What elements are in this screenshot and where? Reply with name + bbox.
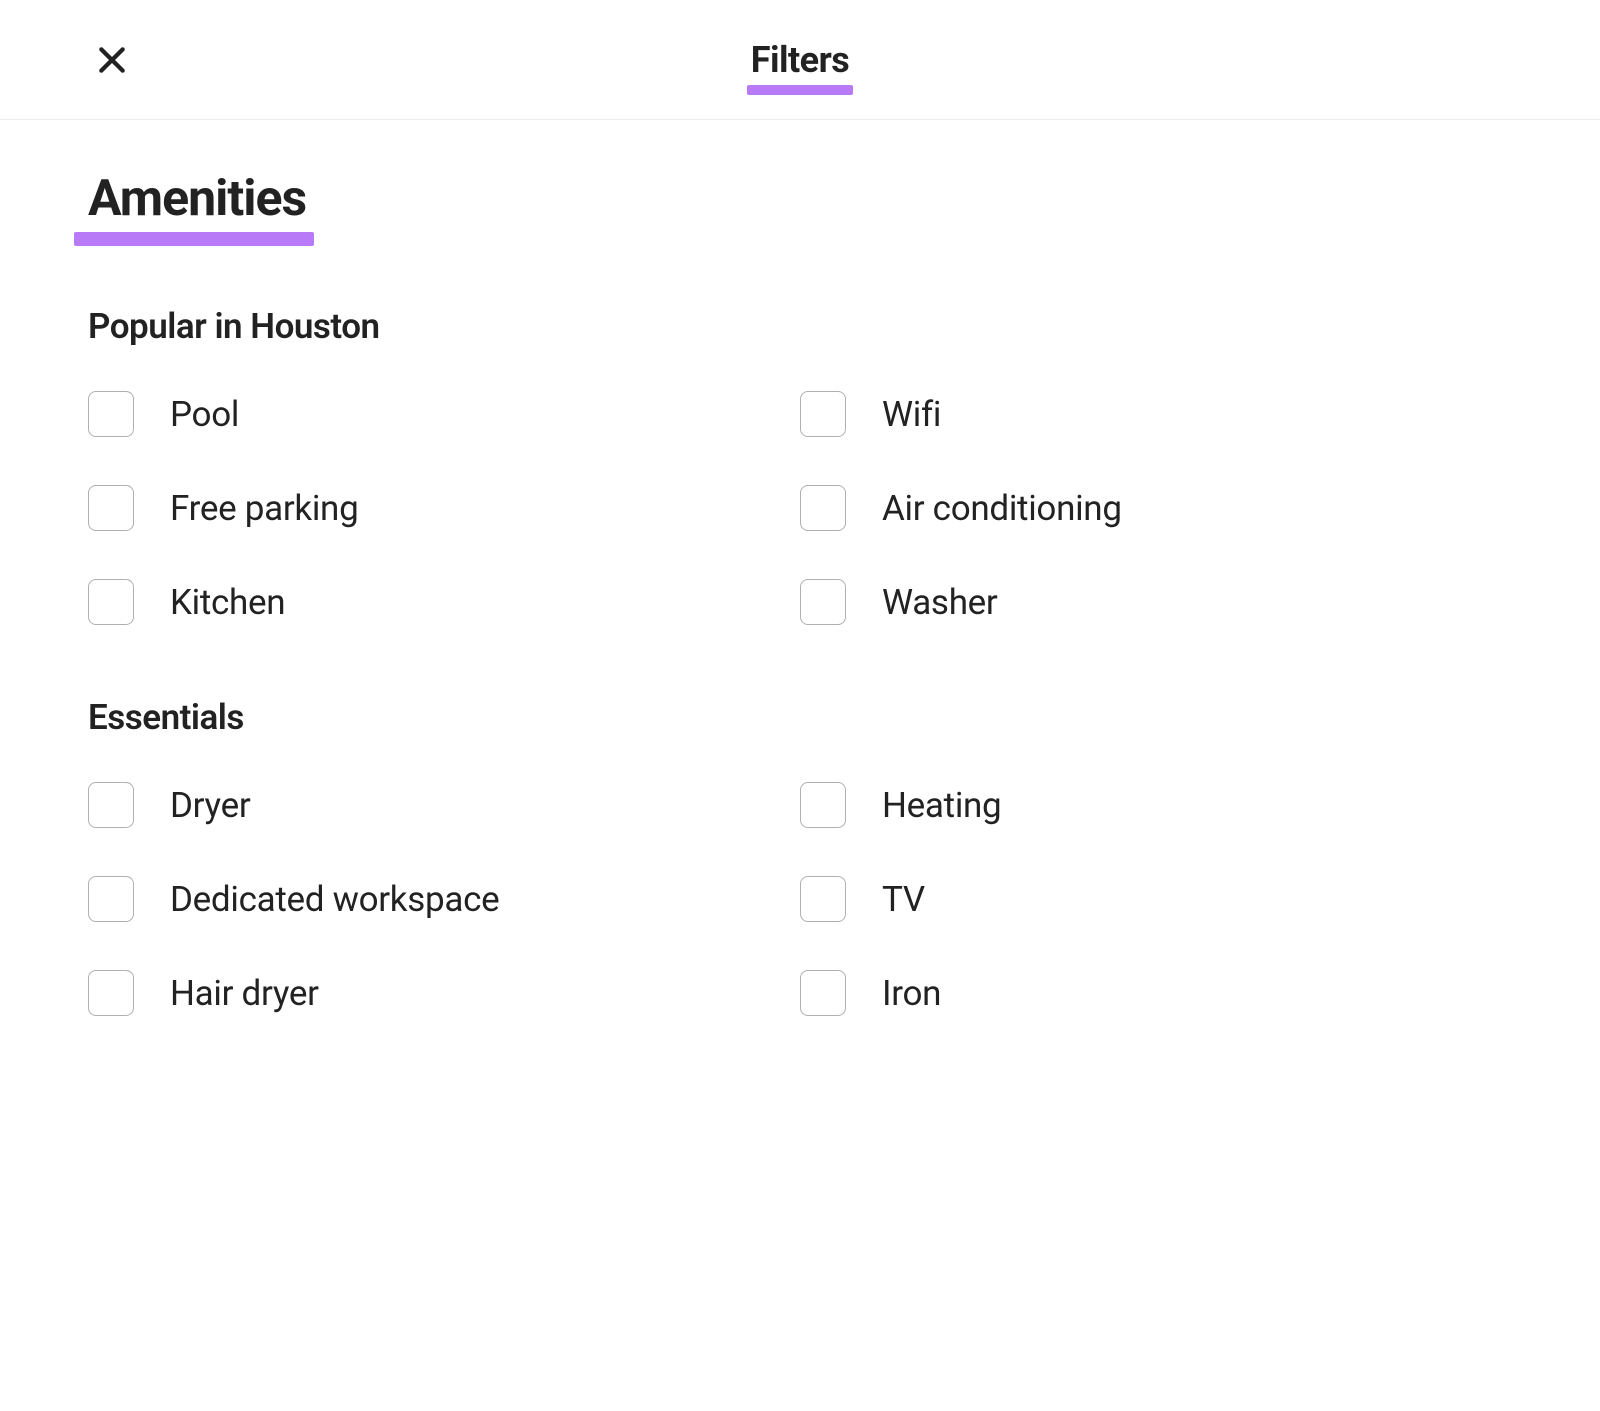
options-column-left: Dryer Dedicated workspace Hair dryer [88, 782, 800, 1016]
options-column-right: Wifi Air conditioning Washer [800, 391, 1512, 625]
highlight-underline [74, 232, 314, 246]
modal-title-wrap: Filters [751, 39, 850, 81]
amenity-option-washer[interactable]: Washer [800, 579, 1512, 625]
amenity-option-heating[interactable]: Heating [800, 782, 1512, 828]
filters-modal: Filters Amenities Popular in Houston Poo… [0, 0, 1600, 1016]
checkbox[interactable] [88, 970, 134, 1016]
checkbox[interactable] [88, 579, 134, 625]
checkbox[interactable] [800, 485, 846, 531]
group-title: Essentials [88, 697, 1512, 738]
amenity-option-iron[interactable]: Iron [800, 970, 1512, 1016]
amenity-option-free-parking[interactable]: Free parking [88, 485, 800, 531]
checkbox[interactable] [800, 876, 846, 922]
amenity-group-popular: Popular in Houston Pool Free parking Kit… [88, 306, 1512, 625]
close-button[interactable] [92, 40, 132, 80]
options-columns: Pool Free parking Kitchen Wifi [88, 391, 1512, 625]
option-label: Pool [170, 394, 239, 435]
amenity-option-hair-dryer[interactable]: Hair dryer [88, 970, 800, 1016]
option-label: Dedicated workspace [170, 879, 499, 920]
checkbox[interactable] [88, 782, 134, 828]
checkbox[interactable] [800, 579, 846, 625]
amenity-option-pool[interactable]: Pool [88, 391, 800, 437]
checkbox[interactable] [800, 782, 846, 828]
options-column-left: Pool Free parking Kitchen [88, 391, 800, 625]
amenity-option-dryer[interactable]: Dryer [88, 782, 800, 828]
option-label: Free parking [170, 488, 358, 529]
amenity-option-air-conditioning[interactable]: Air conditioning [800, 485, 1512, 531]
modal-header: Filters [0, 0, 1600, 120]
modal-title: Filters [751, 39, 850, 81]
options-column-right: Heating TV Iron [800, 782, 1512, 1016]
amenity-option-tv[interactable]: TV [800, 876, 1512, 922]
checkbox[interactable] [800, 970, 846, 1016]
options-columns: Dryer Dedicated workspace Hair dryer Hea… [88, 782, 1512, 1016]
section-title-wrap: Amenities [88, 170, 306, 228]
option-label: Kitchen [170, 582, 285, 623]
checkbox[interactable] [88, 876, 134, 922]
amenity-option-wifi[interactable]: Wifi [800, 391, 1512, 437]
option-label: Iron [882, 973, 941, 1014]
modal-content: Amenities Popular in Houston Pool Free p… [0, 120, 1600, 1016]
option-label: Washer [882, 582, 998, 623]
option-label: Heating [882, 785, 1001, 826]
checkbox[interactable] [800, 391, 846, 437]
highlight-underline [747, 85, 854, 95]
section-title: Amenities [88, 170, 306, 228]
close-icon [96, 44, 128, 76]
option-label: Air conditioning [882, 488, 1122, 529]
option-label: TV [882, 879, 925, 920]
checkbox[interactable] [88, 485, 134, 531]
option-label: Wifi [882, 394, 941, 435]
amenity-option-dedicated-workspace[interactable]: Dedicated workspace [88, 876, 800, 922]
option-label: Hair dryer [170, 973, 319, 1014]
amenity-group-essentials: Essentials Dryer Dedicated workspace Hai… [88, 697, 1512, 1016]
amenity-option-kitchen[interactable]: Kitchen [88, 579, 800, 625]
option-label: Dryer [170, 785, 250, 826]
checkbox[interactable] [88, 391, 134, 437]
group-title: Popular in Houston [88, 306, 1512, 347]
